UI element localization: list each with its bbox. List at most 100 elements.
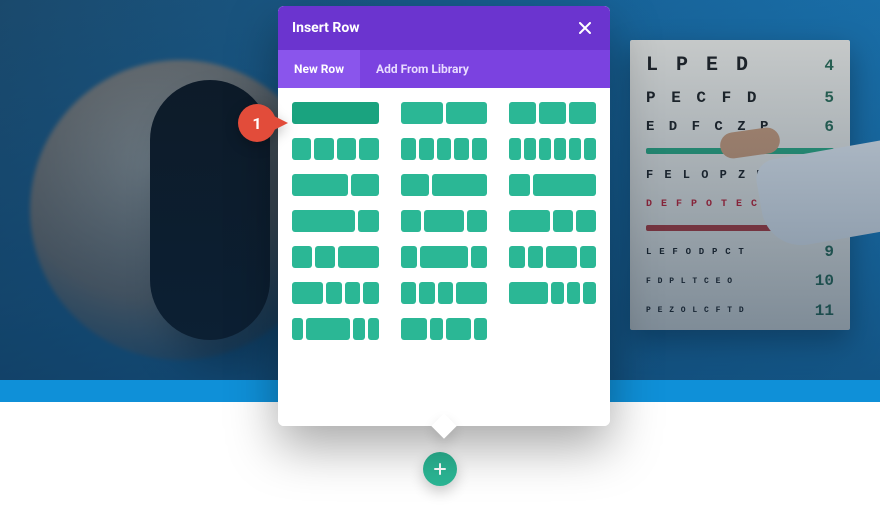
layout-column	[292, 318, 303, 340]
layout-column	[509, 282, 548, 304]
layout-column	[528, 246, 544, 268]
layout-column	[420, 246, 468, 268]
eye-chart-num: 6	[814, 118, 834, 136]
layout-column	[401, 282, 417, 304]
layout-option-1-2[interactable]	[401, 174, 488, 196]
layout-option-2-1[interactable]	[292, 174, 379, 196]
layout-option-1-1-3[interactable]	[401, 282, 488, 304]
layout-column	[554, 138, 566, 160]
layout-option-1-1-1[interactable]	[509, 102, 596, 124]
layout-option-3-1-1[interactable]	[509, 282, 596, 304]
layout-column	[567, 282, 580, 304]
layout-option-1-1-2[interactable]	[292, 246, 379, 268]
layout-column	[509, 102, 536, 124]
layout-column	[345, 282, 361, 304]
eye-chart-row: D E F P O T E C 8	[646, 195, 834, 213]
modal-tabs: New Row Add From Library	[278, 50, 610, 88]
eye-chart: L P E D 4 P E C F D 5 E D F C Z P 6 F E …	[630, 40, 850, 330]
layout-option-1-2-1[interactable]	[401, 210, 488, 232]
modal-header: Insert Row	[278, 6, 610, 50]
green-bar	[646, 148, 834, 154]
layout-option-1-1-1-1[interactable]	[292, 138, 379, 160]
layout-option-6even[interactable]	[509, 138, 596, 160]
eye-chart-num: 8	[814, 195, 834, 213]
modal-close-button[interactable]	[574, 17, 596, 39]
layout-column	[401, 102, 443, 124]
plus-icon	[434, 460, 446, 479]
layout-column	[292, 138, 311, 160]
layout-column	[524, 138, 536, 160]
layout-column	[553, 210, 573, 232]
stage: L P E D 4 P E C F D 5 E D F C Z P 6 F E …	[0, 0, 880, 520]
close-icon	[579, 19, 591, 38]
pointing-arm	[720, 120, 880, 240]
layout-column	[368, 318, 379, 340]
layout-column	[292, 282, 323, 304]
layout-column	[539, 138, 551, 160]
arm-hand	[718, 126, 781, 160]
eye-chart-num: 11	[814, 302, 834, 320]
callout-number: 1	[252, 114, 261, 133]
layout-column	[401, 210, 421, 232]
layout-column	[438, 282, 454, 304]
layout-column	[432, 174, 488, 196]
layout-column	[430, 318, 443, 340]
layout-option-1-4tight[interactable]	[292, 318, 379, 340]
layout-column	[509, 174, 530, 196]
layout-column	[401, 174, 429, 196]
layout-option-5even[interactable]	[401, 138, 488, 160]
eye-chart-letters: F D P L T C E O	[646, 277, 804, 286]
tab-add-from-library[interactable]: Add From Library	[360, 50, 485, 88]
modal-title: Insert Row	[292, 20, 360, 36]
tab-new-row[interactable]: New Row	[278, 50, 360, 88]
layout-option-1-1[interactable]	[401, 102, 488, 124]
layout-column	[292, 102, 379, 124]
eye-chart-row: F D P L T C E O 10	[646, 272, 834, 290]
layout-option-2-1-1[interactable]	[509, 210, 596, 232]
layout-column	[292, 174, 348, 196]
layout-column	[546, 246, 577, 268]
layout-column	[315, 246, 335, 268]
layout-column	[539, 102, 566, 124]
annotation-callout: 1	[238, 104, 294, 144]
eye-chart-letters: F E L O P Z D	[646, 168, 804, 182]
layout-option-1[interactable]	[292, 102, 379, 124]
layout-column	[306, 318, 350, 340]
callout-badge: 1	[238, 104, 276, 142]
layout-option-3-1[interactable]	[292, 210, 379, 232]
layout-column	[424, 210, 464, 232]
add-section-button[interactable]	[423, 452, 457, 486]
layout-column	[292, 210, 355, 232]
layout-column	[569, 138, 581, 160]
eye-chart-letters: L E F O D P C T	[646, 247, 804, 257]
insert-row-modal: Insert Row New Row Add From Library	[278, 6, 610, 426]
layout-column	[467, 210, 487, 232]
layout-option-1-2narrow[interactable]	[509, 174, 596, 196]
eye-chart-letters: D E F P O T E C	[646, 199, 804, 210]
layout-column	[456, 282, 487, 304]
arm-sleeve	[753, 139, 880, 252]
modal-body	[278, 88, 610, 426]
eye-chart-letters: E D F C Z P	[646, 119, 804, 135]
layout-column	[472, 138, 487, 160]
layout-column	[292, 246, 312, 268]
eye-chart-row: E D F C Z P 6	[646, 118, 834, 136]
layout-option-2-1-2[interactable]	[401, 318, 488, 340]
layout-column	[471, 246, 487, 268]
modal-inner: Insert Row New Row Add From Library	[278, 6, 610, 426]
layout-column	[363, 282, 379, 304]
layout-option-2-1-1-1[interactable]	[292, 282, 379, 304]
eye-chart-letters: P E C F D	[646, 89, 804, 107]
eye-chart-letters: P E Z O L C F T D	[646, 306, 804, 315]
layout-column	[401, 246, 417, 268]
eye-chart-letters: L P E D	[646, 54, 804, 77]
layout-column	[509, 210, 549, 232]
layout-option-1-3-1[interactable]	[401, 246, 488, 268]
layout-column	[326, 282, 342, 304]
layout-column	[437, 138, 452, 160]
layout-option-1-1-1-2[interactable]	[509, 246, 596, 268]
eye-chart-red-bar	[646, 225, 834, 231]
layout-column	[446, 102, 488, 124]
layout-column	[359, 138, 378, 160]
layout-column	[509, 138, 521, 160]
